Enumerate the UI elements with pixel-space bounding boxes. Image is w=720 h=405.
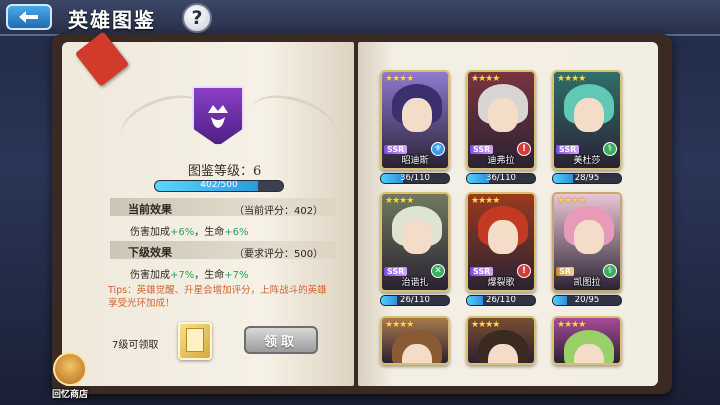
- next-effect-heading: 下级效果: [128, 246, 172, 259]
- hero-name: 爆裂歌: [487, 278, 515, 288]
- shop-label: 回忆商店: [51, 390, 88, 400]
- hero-shard-bar: 28/95: [552, 173, 622, 184]
- star-rating: ★★★★: [471, 320, 500, 330]
- hero-shard-bar: 26/110: [466, 295, 536, 306]
- hero-card[interactable]: ★★★★ SSR ✕ 治谐扎: [380, 192, 450, 292]
- hero-shard-count: 26/110: [486, 295, 516, 305]
- current-effect-heading: 当前效果: [128, 203, 172, 216]
- current-effect-line: 伤害加成+6%，生命+6%: [130, 223, 249, 238]
- hero-card[interactable]: ★★★★ SSR ⚕ 美杜莎: [552, 70, 622, 170]
- hero-face: [488, 344, 518, 363]
- hero-name: 昭迪斯: [401, 156, 429, 166]
- hero-shard-count: 28/95: [574, 173, 600, 183]
- star-rating: ★★★★: [557, 74, 586, 84]
- next-effect-hp: +7%: [224, 270, 249, 281]
- hero-shard-count: 20/95: [574, 295, 600, 305]
- hero-shard-bar: 26/110: [380, 295, 450, 306]
- hero-face: [488, 98, 518, 132]
- star-rating: ★★★★: [471, 196, 500, 206]
- hero-card[interactable]: ★★★★ SR ⚕ 凯图拉: [552, 192, 622, 292]
- top-bar: 英雄图鉴 ?: [0, 0, 720, 36]
- hero-card[interactable]: ★★★★ SSR! 迪弗拉: [466, 70, 536, 170]
- hero-card[interactable]: ★★★★ SSR ⚜ 昭迪斯: [380, 70, 450, 170]
- current-effect-prefix: 伤害加成: [130, 227, 170, 238]
- codex-level: 图鉴等级：6: [188, 164, 262, 179]
- hero-face: [574, 344, 604, 363]
- hero-shard-bar: 36/110: [380, 173, 450, 184]
- hero-card[interactable]: ★★★★: [466, 316, 536, 365]
- star-rating: ★★★★: [557, 196, 586, 206]
- star-rating: ★★★★: [471, 74, 500, 84]
- next-effect-prefix: 伤害加成: [130, 270, 170, 281]
- codex-progress-bar: 402/500: [154, 180, 284, 192]
- hero-face: [488, 220, 518, 254]
- back-button[interactable]: [6, 4, 52, 30]
- hero-shard-bar: 36/110: [466, 173, 536, 184]
- current-effect-damage: +6%: [170, 227, 195, 238]
- hero-face: [402, 220, 432, 254]
- shop-icon: [53, 352, 87, 386]
- hero-name: 迪弗拉: [487, 156, 515, 166]
- hero-shard-count: 26/110: [400, 295, 430, 305]
- hero-card[interactable]: ★★★★: [552, 316, 622, 365]
- hero-name: 美杜莎: [573, 156, 601, 166]
- current-effect-score: （当前评分：402）: [234, 206, 324, 217]
- page-title: 英雄图鉴: [68, 8, 156, 32]
- unlock-level-label: 7级可领取: [112, 340, 159, 351]
- next-effect-mid: ，生命: [194, 270, 225, 281]
- hero-card[interactable]: ★★★★ SSR! 爆裂歌: [466, 192, 536, 292]
- star-rating: ★★★★: [385, 196, 414, 206]
- star-rating: ★★★★: [385, 320, 414, 330]
- hero-shard-bar: 20/95: [552, 295, 622, 306]
- current-effect-hp: +6%: [224, 227, 249, 238]
- star-rating: ★★★★: [385, 74, 414, 84]
- help-button[interactable]: ?: [182, 3, 212, 33]
- codex-progress-text: 402/500: [200, 180, 238, 190]
- hero-name: 凯图拉: [573, 278, 601, 288]
- hero-face: [402, 98, 432, 132]
- hero-face: [402, 344, 432, 363]
- hero-card[interactable]: ★★★★: [380, 316, 450, 365]
- hero-face: [574, 220, 604, 254]
- hero-name: 治谐扎: [401, 278, 429, 288]
- hero-shard-count: 36/110: [486, 173, 516, 183]
- hero-shard-count: 36/110: [400, 173, 430, 183]
- next-effect-damage: +7%: [170, 270, 195, 281]
- star-rating: ★★★★: [557, 320, 586, 330]
- current-effect-mid: ，生命: [194, 227, 225, 238]
- tips-text: Tips：英雄觉醒、升星会增加评分，上阵战斗的英雄享受光环加成！: [108, 285, 327, 309]
- next-effect-score: （要求评分：500）: [234, 249, 324, 260]
- back-arrow-icon: [19, 11, 38, 23]
- claim-button[interactable]: 领取: [244, 326, 318, 354]
- reward-card-inner: [186, 328, 204, 352]
- memory-shop-button[interactable]: 回忆商店: [46, 352, 94, 402]
- crown-icon: [208, 105, 228, 128]
- hero-face: [574, 98, 604, 132]
- reward-card-icon[interactable]: [178, 322, 212, 360]
- next-effect-line: 伤害加成+7%，生命+7%: [130, 266, 249, 281]
